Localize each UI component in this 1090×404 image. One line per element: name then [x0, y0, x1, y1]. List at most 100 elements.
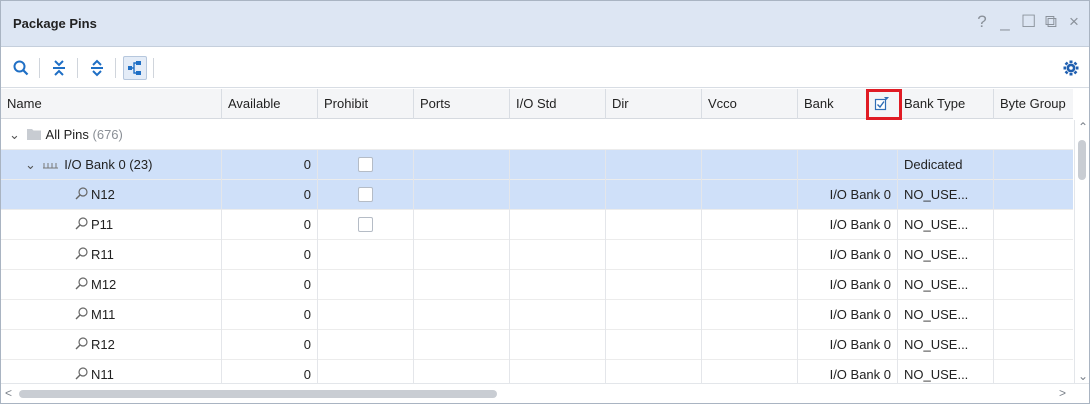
- byte-group-cell: [994, 240, 1073, 270]
- prohibit-checkbox[interactable]: [358, 157, 373, 172]
- expand-all-icon[interactable]: [85, 56, 109, 80]
- bank-cell: I/O Bank 0: [798, 240, 898, 270]
- available-cell: 0: [222, 330, 318, 360]
- io-bank-label: I/O Bank 0 (23): [64, 157, 153, 172]
- bank-cell: I/O Bank 0: [798, 210, 898, 240]
- pin-icon: [75, 241, 91, 270]
- pin-icon: [75, 211, 91, 240]
- prohibit-cell: [318, 360, 414, 383]
- scroll-up-icon[interactable]: ⌃: [1078, 120, 1088, 134]
- horizontal-scrollbar[interactable]: < >: [1, 383, 1089, 403]
- highlight-box: [866, 89, 902, 120]
- table-row[interactable]: R12 0 I/O Bank 0 NO_USE...: [1, 330, 1073, 360]
- gear-icon[interactable]: [1059, 56, 1083, 80]
- bank-type-cell: NO_USE...: [898, 240, 994, 270]
- prohibit-cell: [318, 150, 414, 180]
- pin-name-cell: M11: [1, 300, 222, 330]
- dir-cell: [606, 300, 702, 330]
- bank-cell: I/O Bank 0: [798, 270, 898, 300]
- io-std-cell: [510, 180, 606, 210]
- available-cell: 0: [222, 210, 318, 240]
- table-row[interactable]: P11 0 I/O Bank 0 NO_USE...: [1, 210, 1073, 240]
- bank-type-cell: NO_USE...: [898, 270, 994, 300]
- vertical-scroll-thumb[interactable]: [1078, 140, 1086, 180]
- package-pins-panel: Package Pins ? _ ☐ ⧉ × Name Available Pr…: [0, 0, 1090, 404]
- column-header-name[interactable]: Name: [1, 89, 222, 119]
- table-row[interactable]: M12 0 I/O Bank 0 NO_USE...: [1, 270, 1073, 300]
- io-std-cell: [510, 150, 606, 180]
- byte-group-cell: [994, 270, 1073, 300]
- prohibit-cell: [318, 270, 414, 300]
- pin-name-cell: N11: [1, 360, 222, 383]
- io-std-cell: [510, 210, 606, 240]
- pin-name-cell: R11: [1, 240, 222, 270]
- column-header-available[interactable]: Available: [222, 89, 318, 119]
- pin-icon: [75, 271, 91, 300]
- maximize-icon[interactable]: ☐: [1021, 12, 1036, 32]
- pin-name-cell: R12: [1, 330, 222, 360]
- column-header-byte-group[interactable]: Byte Group: [994, 89, 1073, 119]
- search-icon[interactable]: [9, 56, 33, 80]
- byte-group-cell: [994, 180, 1073, 210]
- bank-cell: I/O Bank 0: [798, 300, 898, 330]
- column-header-prohibit[interactable]: Prohibit: [318, 89, 414, 119]
- table-header: Name Available Prohibit Ports I/O Std Di…: [1, 89, 1073, 119]
- dir-cell: [606, 240, 702, 270]
- io-std-cell: [510, 240, 606, 270]
- close-icon[interactable]: ×: [1067, 12, 1081, 32]
- available-cell: 0: [222, 150, 318, 180]
- bank-icon: [42, 151, 61, 180]
- dir-cell: [606, 330, 702, 360]
- pin-name-cell: P11: [1, 210, 222, 240]
- ports-cell: [414, 210, 510, 240]
- pin-name: N12: [91, 187, 115, 202]
- column-header-bank-type[interactable]: Bank Type: [898, 89, 994, 119]
- scroll-down-icon[interactable]: ⌄: [1078, 369, 1088, 383]
- table-row[interactable]: M11 0 I/O Bank 0 NO_USE...: [1, 300, 1073, 330]
- all-pins-count: (676): [92, 127, 123, 142]
- minimize-icon[interactable]: _: [998, 12, 1012, 32]
- chevron-down-icon[interactable]: ⌄: [9, 120, 23, 149]
- toolbar-separator: [153, 58, 154, 78]
- bank-cell: I/O Bank 0: [798, 330, 898, 360]
- available-cell: 0: [222, 180, 318, 210]
- table-row[interactable]: R11 0 I/O Bank 0 NO_USE...: [1, 240, 1073, 270]
- toolbar-separator: [77, 58, 78, 78]
- ports-cell: [414, 150, 510, 180]
- tree-row-io-bank[interactable]: ⌄ I/O Bank 0 (23) 0 Dedicated: [1, 150, 1073, 180]
- byte-group-cell: [994, 360, 1073, 383]
- pin-name: R12: [91, 337, 115, 352]
- tree-row-all-pins[interactable]: ⌄ All Pins (676): [1, 120, 1073, 150]
- pin-name: M11: [91, 307, 116, 322]
- io-std-cell: [510, 360, 606, 383]
- collapse-all-icon[interactable]: [47, 56, 71, 80]
- vertical-scrollbar[interactable]: ⌃ ⌄: [1074, 120, 1089, 383]
- ports-cell: [414, 180, 510, 210]
- group-by-bank-icon[interactable]: [123, 56, 147, 80]
- pin-icon: [75, 331, 91, 360]
- column-header-dir[interactable]: Dir: [606, 89, 702, 119]
- scroll-right-icon[interactable]: >: [1059, 386, 1066, 400]
- column-header-vcco[interactable]: Vcco: [702, 89, 798, 119]
- scroll-left-icon[interactable]: <: [5, 386, 12, 400]
- prohibit-checkbox[interactable]: [358, 187, 373, 202]
- io-std-cell: [510, 330, 606, 360]
- prohibit-cell: [318, 210, 414, 240]
- chevron-down-icon[interactable]: ⌄: [25, 150, 39, 179]
- io-std-cell: [510, 270, 606, 300]
- bank-cell: I/O Bank 0: [798, 180, 898, 210]
- window-controls: ? _ ☐ ⧉ ×: [975, 12, 1081, 32]
- pin-name: N11: [91, 367, 114, 382]
- table-row[interactable]: N12 0 I/O Bank 0 NO_USE...: [1, 180, 1073, 210]
- toolbar-separator: [115, 58, 116, 78]
- column-header-ports[interactable]: Ports: [414, 89, 510, 119]
- horizontal-scroll-thumb[interactable]: [19, 390, 497, 398]
- help-icon[interactable]: ?: [975, 12, 989, 32]
- prohibit-checkbox[interactable]: [358, 217, 373, 232]
- available-cell: 0: [222, 240, 318, 270]
- float-icon[interactable]: ⧉: [1044, 12, 1058, 32]
- table-row[interactable]: N11 0 I/O Bank 0 NO_USE...: [1, 360, 1073, 383]
- byte-group-cell: [994, 330, 1073, 360]
- column-header-io-std[interactable]: I/O Std: [510, 89, 606, 119]
- available-cell: 0: [222, 270, 318, 300]
